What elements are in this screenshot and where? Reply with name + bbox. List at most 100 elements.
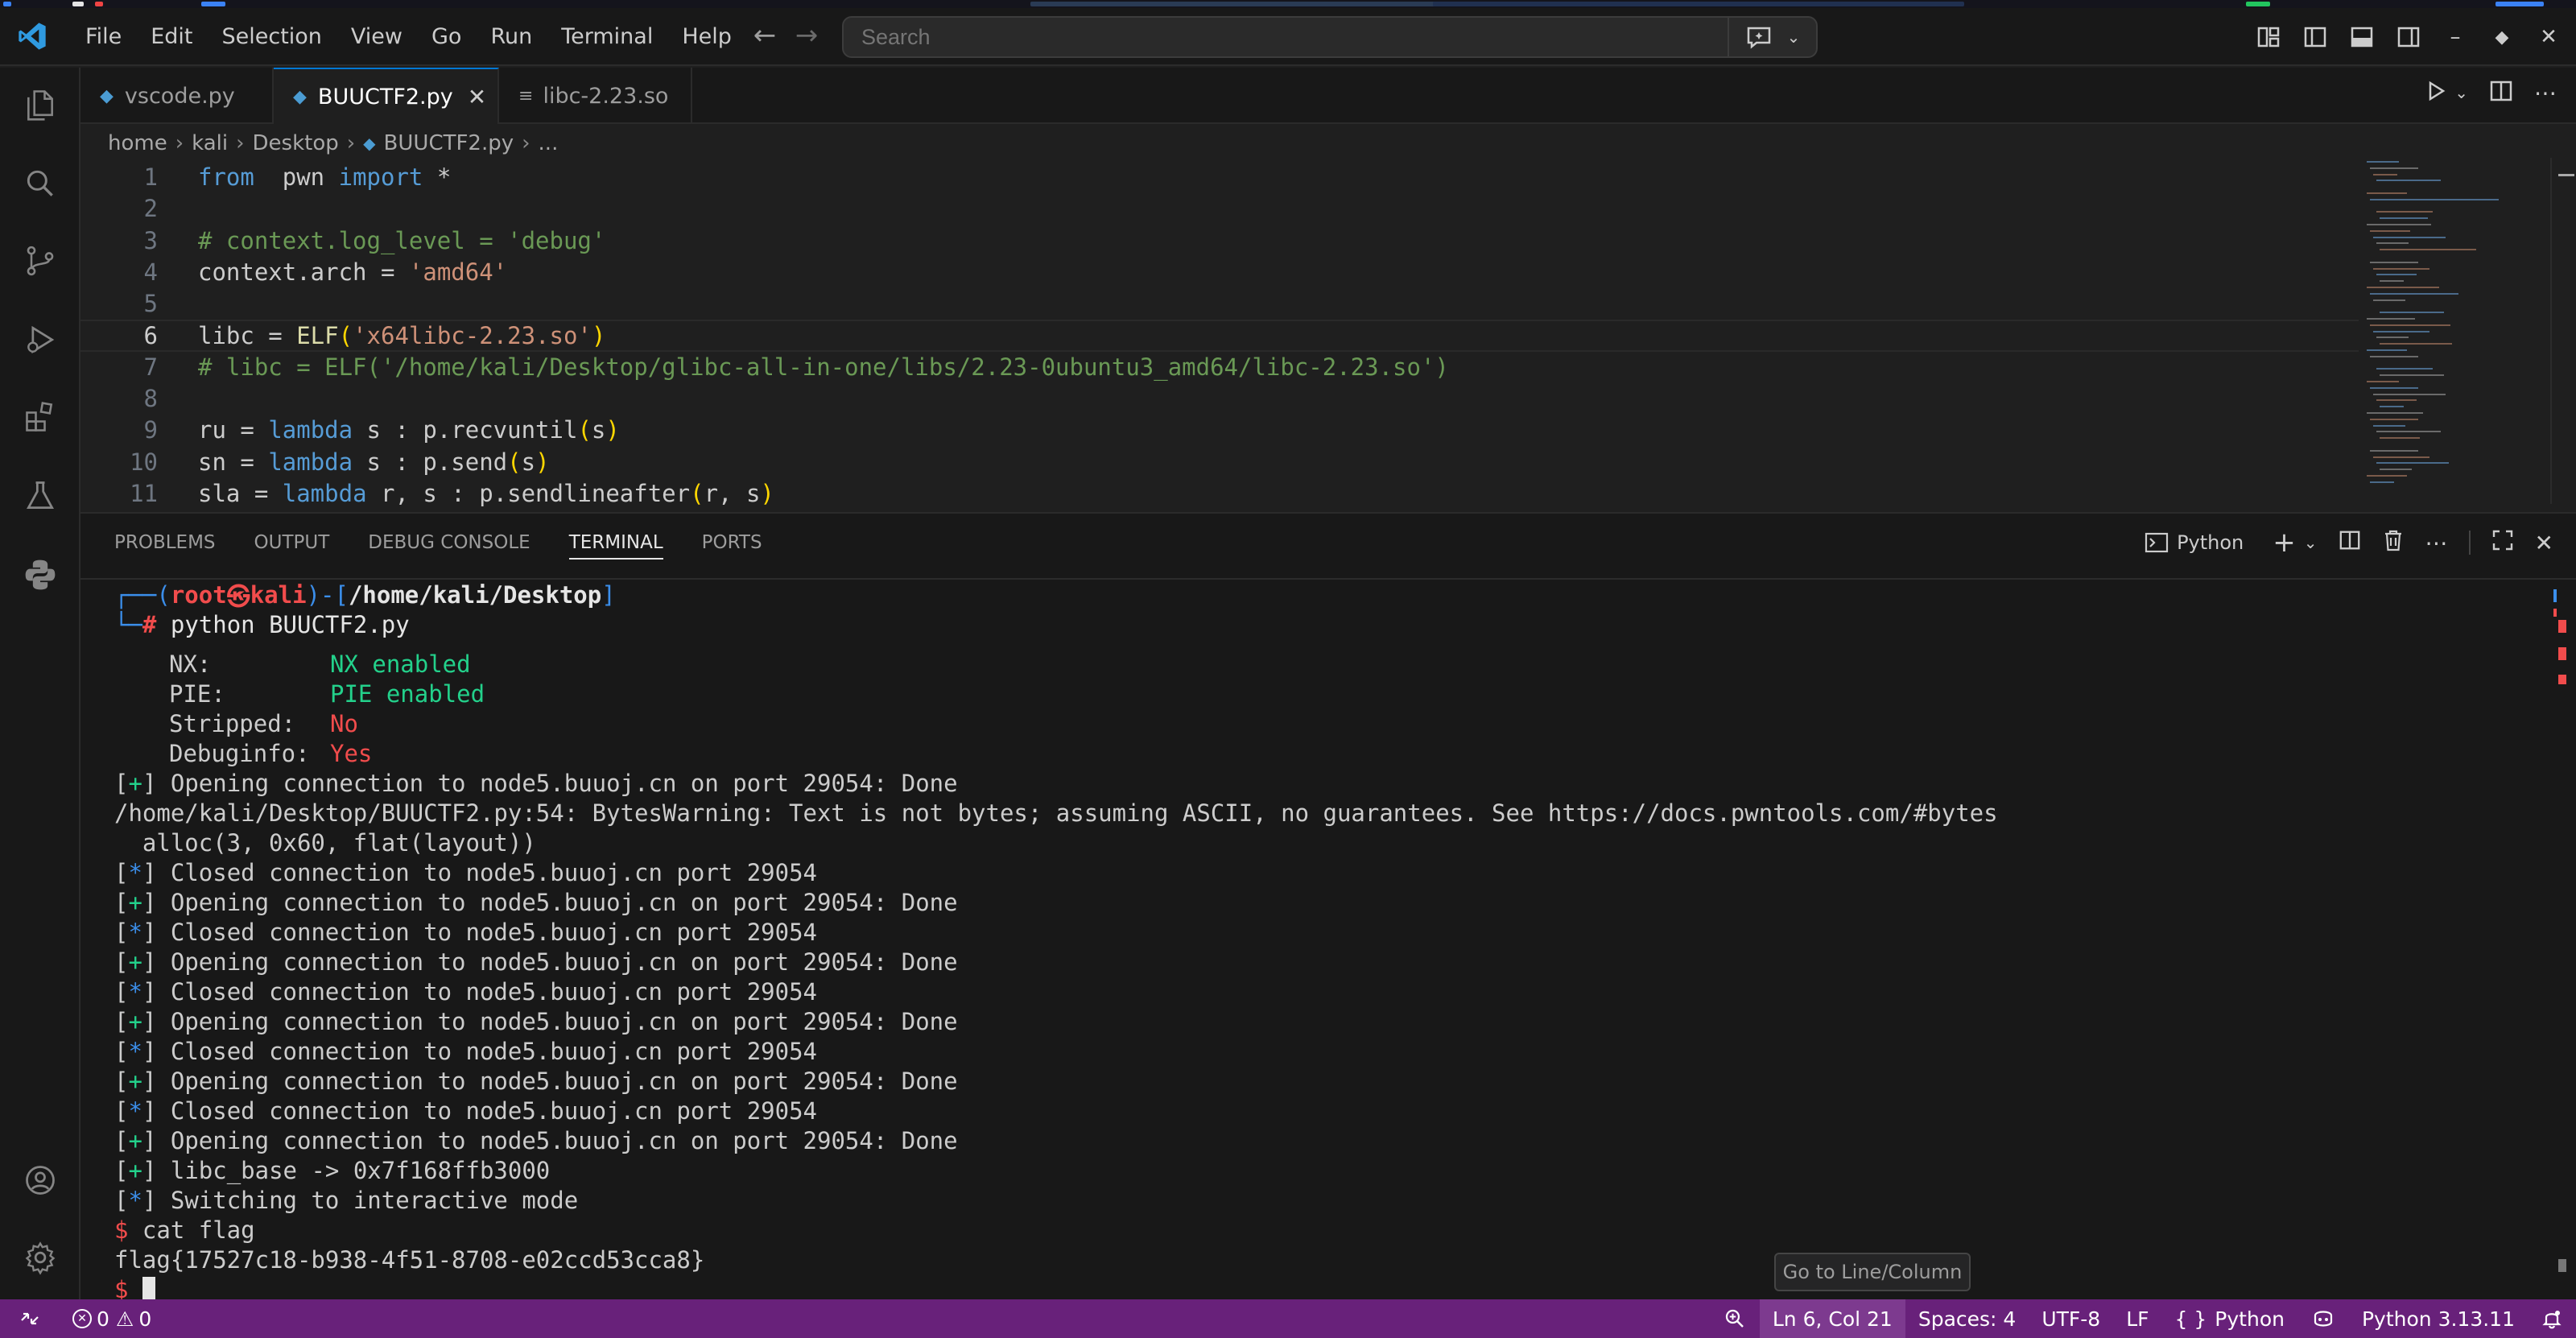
- menu-file[interactable]: File: [71, 14, 136, 59]
- warning-count: 0: [138, 1307, 152, 1331]
- search-input[interactable]: [844, 24, 1728, 50]
- toggle-panel-icon[interactable]: [2344, 19, 2380, 55]
- toggle-primary-sidebar-icon[interactable]: [2297, 19, 2333, 55]
- problems-counter[interactable]: ✕ 0 ⚠ 0: [60, 1299, 164, 1338]
- code-token: (: [507, 448, 522, 476]
- code-line[interactable]: 7 # libc = ELF('/home/kali/Desktop/glibc-…: [80, 351, 2359, 383]
- tab-ports[interactable]: PORTS: [702, 532, 762, 553]
- extensions-icon[interactable]: [19, 396, 61, 438]
- customize-layout-icon[interactable]: [2251, 19, 2286, 55]
- code-line[interactable]: 5: [80, 287, 2359, 320]
- new-terminal-chevron-icon[interactable]: ⌄: [2304, 533, 2318, 552]
- close-tab-icon[interactable]: ✕: [468, 84, 486, 110]
- tab-libc-so[interactable]: ≡ libc-2.23.so: [499, 68, 692, 124]
- more-actions-icon[interactable]: ⋯: [2534, 80, 2557, 106]
- breadcrumb-file[interactable]: BUUCTF2.py: [384, 131, 514, 155]
- menu-run[interactable]: Run: [476, 14, 547, 59]
- breadcrumb-kali[interactable]: kali: [192, 131, 228, 155]
- tab-debug-console[interactable]: DEBUG CONSOLE: [368, 532, 530, 553]
- new-terminal-plus-icon[interactable]: +: [2273, 527, 2296, 559]
- settings-gear-icon[interactable]: [19, 1237, 61, 1278]
- more-actions-icon[interactable]: ⋯: [2425, 530, 2448, 556]
- checksec-key: Debuginfo:: [169, 739, 310, 767]
- activity-bar: [0, 68, 80, 1299]
- python-interpreter[interactable]: Python 3.13.11: [2349, 1299, 2528, 1338]
- breadcrumb-symbol[interactable]: ...: [539, 131, 559, 155]
- maximize-icon[interactable]: ◆: [2484, 19, 2520, 55]
- cursor-position[interactable]: Ln 6, Col 21: [1759, 1299, 1905, 1338]
- breadcrumb: home › kali › Desktop › ◆ BUUCTF2.py › .…: [108, 126, 558, 161]
- language-mode[interactable]: { } Python: [2162, 1299, 2297, 1338]
- run-python-file-icon[interactable]: [2424, 79, 2448, 106]
- maximize-panel-icon[interactable]: [2491, 529, 2514, 556]
- terminal-scrollbar[interactable]: [2553, 580, 2571, 1296]
- notifications-bell-icon[interactable]: [2528, 1299, 2576, 1338]
- code-line[interactable]: 3 # context.log_level = 'debug': [80, 225, 2359, 257]
- copilot-chat-button[interactable]: ⌄: [1728, 18, 1816, 56]
- line-number: 9: [143, 416, 158, 444]
- kill-terminal-trash-icon[interactable]: [2382, 528, 2405, 557]
- remote-indicator-icon[interactable]: [0, 1299, 60, 1338]
- code-token: from: [198, 163, 254, 191]
- code-line[interactable]: 11 sla = lambda r, s : p.sendlineafter(r,…: [80, 477, 2359, 510]
- split-editor-icon[interactable]: [2489, 79, 2513, 106]
- tab-buuctf2-py[interactable]: ◆ BUUCTF2.py ✕: [274, 68, 499, 124]
- tab-problems[interactable]: PROBLEMS: [114, 532, 216, 553]
- back-arrow-icon[interactable]: ←: [744, 19, 786, 52]
- search-icon[interactable]: [19, 163, 61, 204]
- menu-edit[interactable]: Edit: [136, 14, 207, 59]
- terminal-log-line: [+] Opening connection to node5.buuoj.cn…: [114, 769, 958, 797]
- code-token: lambda: [268, 448, 353, 476]
- code-text: context.arch = 'amd64': [198, 258, 507, 286]
- split-terminal-icon[interactable]: [2339, 529, 2361, 556]
- breadcrumb-desktop[interactable]: Desktop: [253, 131, 339, 155]
- end-of-line[interactable]: LF: [2113, 1299, 2161, 1338]
- python-extension-icon[interactable]: [19, 554, 61, 596]
- command-center-search[interactable]: ⌄: [842, 16, 1818, 58]
- close-window-icon[interactable]: ✕: [2531, 19, 2566, 55]
- menu-terminal[interactable]: Terminal: [547, 14, 667, 59]
- minimize-icon[interactable]: –: [2438, 19, 2473, 55]
- menu-go[interactable]: Go: [417, 14, 476, 59]
- menu-view[interactable]: View: [336, 14, 417, 59]
- indentation[interactable]: Spaces: 4: [1905, 1299, 2029, 1338]
- tab-terminal[interactable]: TERMINAL: [568, 532, 663, 560]
- code-token: s : p.send: [353, 448, 508, 476]
- menu-selection[interactable]: Selection: [207, 14, 336, 59]
- copilot-status-icon[interactable]: [2297, 1299, 2349, 1338]
- code-token: ): [605, 416, 620, 444]
- close-panel-icon[interactable]: ✕: [2535, 530, 2553, 556]
- source-control-icon[interactable]: [19, 240, 61, 282]
- minimap-line: [2376, 211, 2433, 213]
- code-line[interactable]: 2: [80, 192, 2359, 225]
- menu-help[interactable]: Help: [667, 14, 746, 59]
- testing-flask-icon[interactable]: [19, 475, 61, 517]
- run-debug-icon[interactable]: [19, 319, 61, 361]
- code-line[interactable]: 1 from pwn import *: [80, 161, 2359, 193]
- tab-vscode-py[interactable]: ◆ vscode.py: [80, 68, 274, 124]
- code-line[interactable]: 4 context.arch = 'amd64': [80, 256, 2359, 288]
- checksec-line: Debuginfo: Yes: [114, 738, 372, 768]
- code-line[interactable]: 8: [80, 382, 2359, 415]
- explorer-icon[interactable]: [19, 84, 61, 126]
- vscode-logo-icon: [13, 17, 52, 56]
- toggle-secondary-sidebar-icon[interactable]: [2391, 19, 2426, 55]
- editor-scrollbar[interactable]: [2550, 158, 2574, 504]
- code-editor[interactable]: 1 from pwn import * 2 3 # context.log_level …: [80, 161, 2359, 507]
- minimap[interactable]: [2359, 158, 2544, 504]
- code-line[interactable]: 6 libc = ELF('x64libc-2.23.so'): [80, 319, 2359, 352]
- line-number: 8: [143, 385, 158, 413]
- zoom-icon[interactable]: [1710, 1299, 1760, 1338]
- terminal-separator: [80, 578, 2576, 580]
- code-token: (: [577, 416, 592, 444]
- encoding[interactable]: UTF-8: [2029, 1299, 2113, 1338]
- terminal-shell-selector[interactable]: Python: [2145, 531, 2244, 554]
- breadcrumb-home[interactable]: home: [108, 131, 167, 155]
- run-options-chevron-icon[interactable]: ⌄: [2454, 83, 2468, 102]
- code-line[interactable]: 9 ru = lambda s : p.recvuntil(s): [80, 414, 2359, 446]
- terminal-output[interactable]: ┌──(root ㉿ kali)-[/home/kali/Desktop] └─ # …: [114, 580, 2521, 1303]
- accounts-icon[interactable]: [19, 1159, 61, 1201]
- forward-arrow-icon[interactable]: →: [786, 19, 828, 52]
- tab-output[interactable]: OUTPUT: [254, 532, 330, 553]
- code-line[interactable]: 10 sn = lambda s : p.send(s): [80, 446, 2359, 478]
